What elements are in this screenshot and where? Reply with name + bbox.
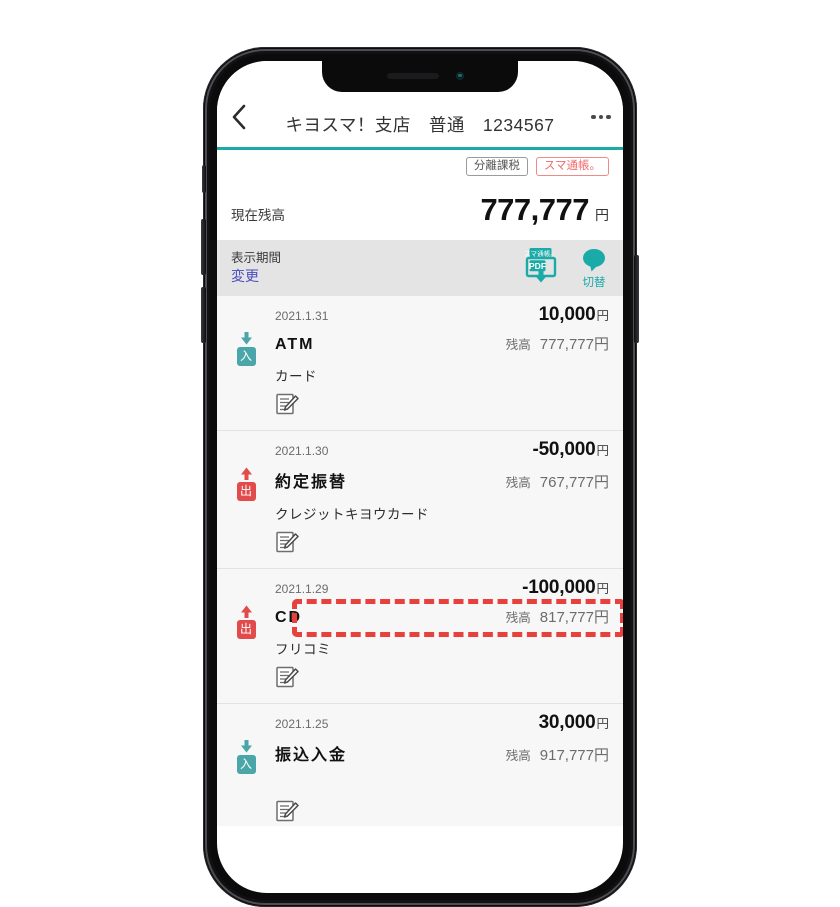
notch bbox=[322, 61, 518, 92]
transaction-description: クレジットキヨウカード bbox=[275, 506, 429, 522]
transaction-balance-label: 残高 bbox=[505, 337, 531, 352]
transaction-amount: -50,000 bbox=[532, 438, 596, 460]
transaction-body: 2021.1.31 10,000 円 ATM 残高 777,777円 カード bbox=[275, 304, 609, 422]
more-options-button[interactable] bbox=[579, 97, 623, 137]
speech-bubble-icon bbox=[581, 248, 607, 277]
pdf-download-button[interactable]: スマ通帳。 PDF bbox=[523, 246, 563, 289]
transaction-name: 振込入金 bbox=[275, 746, 348, 764]
transaction-date: 2021.1.30 bbox=[275, 443, 329, 458]
switch-view-button[interactable]: 切替 bbox=[577, 248, 611, 290]
transaction-amount-unit: 円 bbox=[596, 443, 609, 458]
transaction-description: フリコミ bbox=[275, 641, 331, 657]
transaction-amount-unit: 円 bbox=[596, 716, 609, 731]
transaction-name: CD bbox=[275, 608, 303, 626]
deposit-direction-icon: 入 bbox=[236, 331, 256, 366]
silent-switch-button[interactable] bbox=[202, 165, 206, 193]
table-row[interactable]: 入 2021.1.31 10,000 円 ATM 残高 777,777円 カード bbox=[217, 295, 623, 431]
transaction-balance: 917,777円 bbox=[539, 746, 609, 764]
earpiece-speaker bbox=[387, 73, 439, 79]
transaction-balance-label: 残高 bbox=[505, 748, 531, 763]
balance-currency-unit: 円 bbox=[595, 206, 609, 223]
memo-edit-icon[interactable] bbox=[275, 665, 300, 695]
transaction-balance: 817,777円 bbox=[539, 608, 609, 626]
period-texts: 表示期間 変更 bbox=[231, 252, 523, 283]
phone-screen: キヨスマ！支店 普通 1234567 分離課税 スマ通帳。 現在残高 777,7… bbox=[217, 61, 623, 893]
transaction-date: 2021.1.31 bbox=[275, 308, 329, 323]
back-button[interactable] bbox=[217, 97, 261, 137]
volume-down-button[interactable] bbox=[201, 287, 206, 343]
table-row[interactable]: 出 2021.1.30 -50,000 円 約定振替 残高 767,777円 ク… bbox=[217, 430, 623, 569]
memo-edit-icon[interactable] bbox=[275, 530, 300, 560]
transaction-body: 2021.1.25 30,000 円 振込入金 残高 917,777円 bbox=[275, 712, 609, 826]
transaction-list[interactable]: 入 2021.1.31 10,000 円 ATM 残高 777,777円 カード… bbox=[217, 295, 623, 826]
direction-gutter: 入 bbox=[217, 304, 275, 422]
status-badge-passbook: スマ通帳。 bbox=[535, 157, 609, 176]
chevron-left-icon bbox=[231, 104, 247, 130]
memo-edit-icon[interactable] bbox=[275, 799, 300, 826]
memo-edit-icon[interactable] bbox=[275, 392, 300, 422]
balance-amount: 777,777 bbox=[480, 191, 589, 227]
period-label: 表示期間 bbox=[231, 251, 282, 266]
toolbar-icons: スマ通帳。 PDF 切替 bbox=[523, 246, 611, 289]
svg-text:PDF: PDF bbox=[529, 261, 546, 271]
transaction-name: ATM bbox=[275, 335, 315, 353]
phone-device-frame: キヨスマ！支店 普通 1234567 分離課税 スマ通帳。 現在残高 777,7… bbox=[201, 47, 639, 907]
withdrawal-direction-icon: 出 bbox=[236, 467, 256, 501]
withdrawal-direction-icon: 出 bbox=[236, 605, 256, 639]
transaction-balance: 777,777円 bbox=[539, 335, 609, 353]
direction-gutter: 出 bbox=[217, 439, 275, 560]
power-button[interactable] bbox=[634, 255, 639, 343]
direction-badge: 出 bbox=[236, 619, 256, 639]
current-balance-row: 現在残高 777,777 円 bbox=[231, 192, 609, 228]
volume-up-button[interactable] bbox=[201, 219, 206, 275]
transaction-date: 2021.1.29 bbox=[275, 581, 329, 596]
transaction-amount: 10,000 bbox=[538, 303, 596, 325]
svg-text:スマ通帳。: スマ通帳。 bbox=[524, 249, 557, 258]
deposit-direction-icon: 入 bbox=[236, 739, 256, 774]
table-row[interactable]: 出 2021.1.29 -100,000 円 CD 残高 817,777円 フリ… bbox=[217, 568, 623, 704]
transaction-amount: 30,000 bbox=[538, 711, 596, 733]
direction-badge: 入 bbox=[236, 754, 256, 774]
page-title: キヨスマ！支店 普通 1234567 bbox=[285, 115, 555, 135]
pdf-download-icon: スマ通帳。 PDF bbox=[524, 246, 562, 289]
transaction-amount-unit: 円 bbox=[596, 308, 609, 323]
period-toolbar: 表示期間 変更 スマ通帳。 PDF 切替 bbox=[217, 239, 623, 296]
balance-section: 分離課税 スマ通帳。 現在残高 777,777 円 bbox=[217, 149, 623, 240]
more-options-icon bbox=[589, 114, 612, 120]
direction-badge: 入 bbox=[236, 346, 256, 366]
transaction-body: 2021.1.30 -50,000 円 約定振替 残高 767,777円 クレジ… bbox=[275, 439, 609, 560]
transaction-date: 2021.1.25 bbox=[275, 716, 329, 731]
balance-label: 現在残高 bbox=[231, 207, 285, 223]
transaction-amount-unit: 円 bbox=[596, 581, 609, 596]
switch-view-label: 切替 bbox=[582, 276, 606, 289]
period-change-link[interactable]: 変更 bbox=[231, 269, 523, 283]
direction-gutter: 出 bbox=[217, 577, 275, 695]
badge-row: 分離課税 スマ通帳。 bbox=[231, 156, 609, 178]
transaction-balance: 767,777円 bbox=[539, 473, 609, 491]
transaction-name: 約定振替 bbox=[275, 473, 348, 491]
transaction-description: カード bbox=[275, 368, 317, 384]
transaction-amount: -100,000 bbox=[522, 576, 596, 598]
direction-badge: 出 bbox=[236, 481, 256, 501]
transaction-body: 2021.1.29 -100,000 円 CD 残高 817,777円 フリコミ bbox=[275, 577, 609, 695]
front-camera-icon bbox=[456, 72, 464, 80]
transaction-balance-label: 残高 bbox=[505, 475, 531, 490]
transaction-balance-label: 残高 bbox=[505, 610, 531, 625]
direction-gutter: 入 bbox=[217, 712, 275, 826]
status-badge-tax: 分離課税 bbox=[465, 157, 528, 176]
table-row[interactable]: 入 2021.1.25 30,000 円 振込入金 残高 917,777円 bbox=[217, 703, 623, 826]
